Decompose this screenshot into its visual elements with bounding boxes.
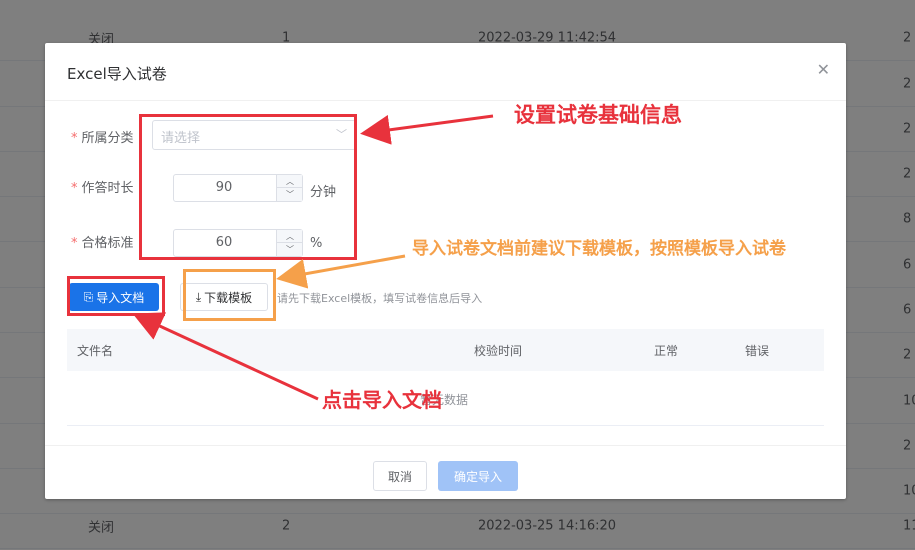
passing-value: 60 [215,235,233,250]
increment-icon[interactable]: ︿ [277,230,303,243]
passing-stepper: ︿ ﹀ [276,230,303,256]
duration-label: * 作答时长 [71,181,134,196]
download-button-label: 下载模板 [204,290,253,305]
decrement-icon[interactable]: ﹀ [277,243,303,256]
duration-stepper: ︿ ﹀ [276,175,303,201]
import-document-button[interactable]: ⎘ 导入文档 [69,283,159,311]
dialog-footer: 取消 确定导入 [45,445,846,499]
category-select[interactable]: 请选择 ﹀ [152,120,356,150]
passing-unit: % [310,236,323,251]
import-dialog: Excel导入试卷 ✕ * 所属分类 请选择 ﹀ * 作答时长 90 ︿ ﹀ 分钟 … [45,43,846,499]
empty-text: 暂无数据 [420,393,469,407]
duration-input[interactable]: 90 ︿ ﹀ [173,174,303,202]
category-placeholder: 请选择 [161,131,201,146]
import-button-label: 导入文档 [96,290,145,305]
confirm-import-button[interactable]: 确定导入 [438,461,518,491]
increment-icon[interactable]: ︿ [277,175,303,188]
cancel-button[interactable]: 取消 [373,461,427,491]
duration-unit: 分钟 [310,185,337,200]
close-icon[interactable]: ✕ [817,61,830,79]
column-filename: 文件名 [77,344,114,358]
passing-label: * 合格标准 [71,236,134,251]
passing-input[interactable]: 60 ︿ ﹀ [173,229,303,257]
import-file-icon: ⎘ [83,289,94,304]
file-table-empty: 暂无数据 [67,371,824,426]
column-error: 错误 [745,344,770,358]
duration-value: 90 [215,180,233,195]
column-normal: 正常 [654,344,679,358]
decrement-icon[interactable]: ﹀ [277,188,303,201]
chevron-down-icon: ﹀ [336,128,347,141]
category-label: * 所属分类 [71,131,134,146]
download-icon: ⤓ [195,289,202,304]
file-table-header: 文件名 校验时间 正常 错误 [67,329,824,371]
import-hint: 请先下载Excel模板，填写试卷信息后导入 [277,292,483,305]
download-template-button[interactable]: ⤓ 下载模板 [180,283,268,311]
dialog-header: Excel导入试卷 ✕ [45,43,846,101]
dialog-title: Excel导入试卷 [67,65,167,83]
column-check-time: 校验时间 [474,344,523,358]
